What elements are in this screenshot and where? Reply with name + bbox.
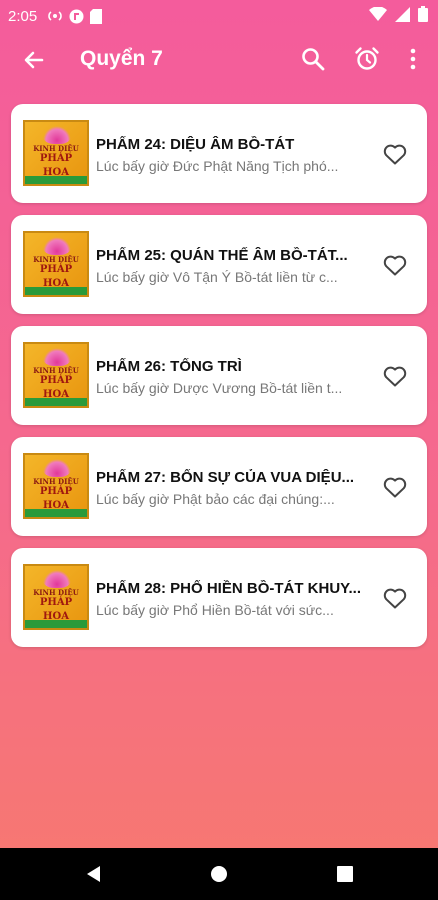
page-title: Quyển 7 bbox=[80, 47, 163, 70]
system-nav-bar bbox=[0, 848, 438, 900]
cover-band bbox=[25, 287, 87, 295]
chapter-excerpt: Lúc bấy giờ Dược Vương Bồ-tát liền t... bbox=[96, 380, 343, 396]
chapter-title: PHẨM 27: BỔN SỰ CỦA VUA DIỆU... bbox=[96, 469, 355, 486]
chapter-card[interactable]: KINH DIỆU PHÁP HOA PHẨM 26: TỔNG TRÌ Lúc… bbox=[11, 326, 427, 425]
cover-band bbox=[25, 620, 87, 628]
battery-icon bbox=[418, 6, 428, 26]
chapter-title: PHẨM 24: DIỆU ÂM BỒ-TÁT bbox=[96, 136, 295, 153]
cover-text-line1: KINH DIỆU bbox=[33, 588, 79, 597]
cover-band bbox=[25, 176, 87, 184]
lotus-icon bbox=[43, 570, 71, 588]
recents-square-icon[interactable] bbox=[335, 864, 355, 884]
book-cover-thumbnail: KINH DIỆU PHÁP HOA bbox=[23, 231, 89, 297]
wifi-icon bbox=[369, 5, 387, 26]
broadcast-icon bbox=[47, 9, 63, 23]
home-circle-icon[interactable] bbox=[209, 864, 229, 884]
cover-text-line1: KINH DIỆU bbox=[33, 144, 79, 153]
chapter-excerpt: Lúc bấy giờ Phật bảo các đại chúng:... bbox=[96, 491, 335, 507]
cover-text-line1: KINH DIỆU bbox=[33, 255, 79, 264]
chapter-card[interactable]: KINH DIỆU PHÁP HOA PHẨM 25: QUÁN THẾ ÂM … bbox=[11, 215, 427, 314]
chapter-excerpt: Lúc bấy giờ Đức Phật Năng Tịch phó... bbox=[96, 158, 339, 174]
heart-icon[interactable] bbox=[382, 475, 408, 499]
cover-text-line2: PHÁP bbox=[39, 375, 73, 386]
cover-text-line2: PHÁP bbox=[39, 264, 73, 275]
lotus-icon bbox=[43, 237, 71, 255]
back-triangle-icon[interactable] bbox=[84, 864, 104, 884]
app-bar: Quyển 7 bbox=[0, 32, 438, 88]
more-vert-icon[interactable] bbox=[400, 46, 426, 72]
book-cover-thumbnail: KINH DIỆU PHÁP HOA bbox=[23, 342, 89, 408]
cover-text-line2: PHÁP bbox=[39, 597, 73, 608]
lotus-icon bbox=[43, 459, 71, 477]
alarm-icon[interactable] bbox=[354, 46, 380, 72]
cover-text-line1: KINH DIỆU bbox=[33, 477, 79, 486]
chapter-excerpt: Lúc bấy giờ Phổ Hiền Bồ-tát với sức... bbox=[96, 602, 334, 618]
cover-text-line1: KINH DIỆU bbox=[33, 366, 79, 375]
chapter-card[interactable]: KINH DIỆU PHÁP HOA PHẨM 28: PHỔ HIỀN BỒ-… bbox=[11, 548, 427, 647]
back-icon[interactable] bbox=[20, 46, 48, 74]
app-icon bbox=[69, 9, 84, 24]
status-time: 2:05 bbox=[8, 7, 38, 25]
lotus-icon bbox=[43, 126, 71, 144]
status-bar: 2:05 bbox=[0, 0, 438, 32]
heart-icon[interactable] bbox=[382, 253, 408, 277]
chapter-list: KINH DIỆU PHÁP HOA PHẨM 24: DIỆU ÂM BỒ-T… bbox=[11, 104, 427, 659]
book-cover-thumbnail: KINH DIỆU PHÁP HOA bbox=[23, 564, 89, 630]
book-cover-thumbnail: KINH DIỆU PHÁP HOA bbox=[23, 453, 89, 519]
book-cover-thumbnail: KINH DIỆU PHÁP HOA bbox=[23, 120, 89, 186]
chapter-card[interactable]: KINH DIỆU PHÁP HOA PHẨM 27: BỔN SỰ CỦA V… bbox=[11, 437, 427, 536]
chapter-excerpt: Lúc bấy giờ Vô Tận Ý Bồ-tát liền từ c... bbox=[96, 269, 338, 285]
chapter-title: PHẨM 26: TỔNG TRÌ bbox=[96, 358, 242, 375]
cover-band bbox=[25, 509, 87, 517]
cover-text-line2: PHÁP bbox=[39, 153, 73, 164]
lotus-icon bbox=[43, 348, 71, 366]
heart-icon[interactable] bbox=[382, 586, 408, 610]
cover-band bbox=[25, 398, 87, 406]
heart-icon[interactable] bbox=[382, 364, 408, 388]
cover-text-line2: PHÁP bbox=[39, 486, 73, 497]
chapter-card[interactable]: KINH DIỆU PHÁP HOA PHẨM 24: DIỆU ÂM BỒ-T… bbox=[11, 104, 427, 203]
sd-card-icon bbox=[90, 8, 103, 24]
search-icon[interactable] bbox=[300, 46, 326, 72]
signal-icon bbox=[395, 6, 410, 26]
chapter-title: PHẨM 25: QUÁN THẾ ÂM BỒ-TÁT... bbox=[96, 247, 348, 264]
heart-icon[interactable] bbox=[382, 142, 408, 166]
chapter-title: PHẨM 28: PHỔ HIỀN BỒ-TÁT KHUY... bbox=[96, 580, 362, 597]
